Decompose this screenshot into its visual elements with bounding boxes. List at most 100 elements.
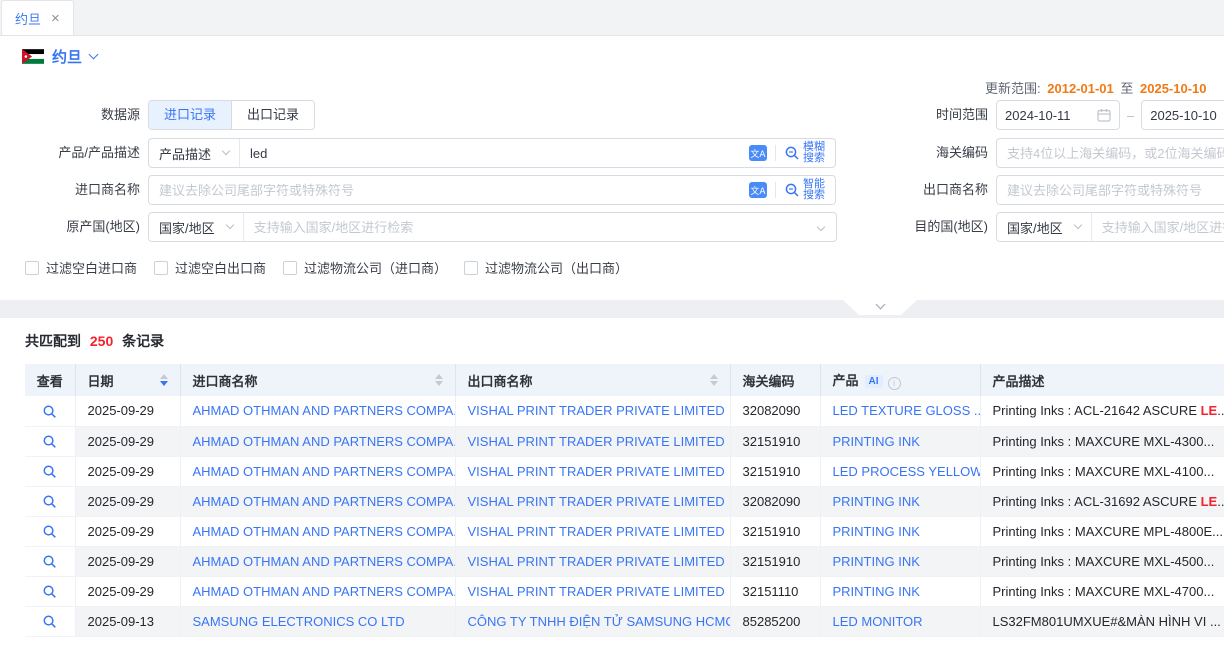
exporter-link[interactable]: VISHAL PRINT TRADER PRIVATE LIMITED [455, 516, 730, 546]
header-date[interactable]: 日期 [75, 364, 180, 396]
product-type-select[interactable]: 产品描述 [149, 139, 240, 167]
hs-code-cell: 32151910 [730, 546, 820, 576]
chevron-down-icon [222, 147, 230, 155]
header-exporter[interactable]: 出口商名称 [455, 364, 730, 396]
importer-label: 进口商名称 [0, 175, 140, 205]
checkbox-filter-logistics-exporter[interactable]: 过滤物流公司（出口商） [464, 258, 628, 277]
view-cell [25, 516, 75, 546]
tab-label: 约旦 [15, 9, 41, 28]
importer-link[interactable]: AHMAD OTHMAN AND PARTNERS COMPA... [180, 546, 455, 576]
checkbox-filter-blank-exporter[interactable]: 过滤空白出口商 [154, 258, 266, 277]
product-description-cell: Printing Inks : ACL-31692 ASCURE LE... [980, 486, 1224, 516]
date-cell: 2025-09-29 [75, 456, 180, 486]
translate-icon[interactable]: 文A [749, 145, 767, 161]
date-start-input[interactable]: 2024-10-11 [996, 100, 1120, 130]
product-link[interactable]: PRINTING INK [820, 486, 980, 516]
checkbox-icon[interactable] [25, 261, 39, 275]
product-link[interactable]: PRINTING INK [820, 546, 980, 576]
product-link[interactable]: PRINTING INK [820, 576, 980, 606]
checkbox-icon[interactable] [283, 261, 297, 275]
product-link[interactable]: LED MONITOR [820, 606, 980, 636]
results-suffix: 条记录 [122, 333, 164, 349]
importer-link[interactable]: SAMSUNG ELECTRONICS CO LTD [180, 606, 455, 636]
product-link[interactable]: LED TEXTURE GLOSS ... [820, 396, 980, 426]
view-search-icon[interactable] [42, 464, 57, 479]
tab-jordan[interactable]: 约旦 × [1, 0, 74, 35]
sort-date-icon[interactable] [152, 374, 168, 386]
exporter-link[interactable]: CÔNG TY TNHH ĐIỆN TỬ SAMSUNG HCMC... [455, 606, 730, 636]
checkbox-label: 过滤空白出口商 [175, 258, 266, 277]
view-search-icon[interactable] [42, 584, 57, 599]
importer-link[interactable]: AHMAD OTHMAN AND PARTNERS COMPA... [180, 516, 455, 546]
chevron-down-icon[interactable] [89, 49, 99, 59]
checkbox-label: 过滤物流公司（出口商） [485, 258, 628, 277]
fuzzy-search-button[interactable]: 模糊搜索 [784, 142, 835, 164]
view-search-icon[interactable] [42, 614, 57, 629]
product-link[interactable]: LED PROCESS YELLOW... [820, 456, 980, 486]
filter-panel: 更新范围: 2012-01-01 至 2025-10-10 数据源 进口记录 出… [0, 76, 1224, 300]
origin-country-select[interactable]: 国家/地区 [149, 213, 244, 241]
date-end-input[interactable]: 2025-10-10 [1141, 100, 1224, 130]
checkbox-filter-logistics-importer[interactable]: 过滤物流公司（进口商） [283, 258, 447, 277]
sort-importer-icon[interactable] [427, 374, 443, 386]
importer-link[interactable]: AHMAD OTHMAN AND PARTNERS COMPA... [180, 576, 455, 606]
view-search-icon[interactable] [42, 434, 57, 449]
header-importer[interactable]: 进口商名称 [180, 364, 455, 396]
exporter-input[interactable] [997, 183, 1224, 198]
table-row: 2025-09-29 AHMAD OTHMAN AND PARTNERS COM… [25, 516, 1224, 546]
origin-country-input[interactable] [244, 220, 814, 235]
hs-code-label: 海关编码 [872, 138, 988, 168]
product-search-input[interactable] [240, 146, 749, 161]
checkbox-icon[interactable] [464, 261, 478, 275]
product-description-cell: Printing Inks : MAXCURE MXL-4500... [980, 546, 1224, 576]
collapse-panel-button[interactable] [843, 300, 917, 315]
exporter-link[interactable]: VISHAL PRINT TRADER PRIVATE LIMITED [455, 456, 730, 486]
exporter-link[interactable]: VISHAL PRINT TRADER PRIVATE LIMITED [455, 486, 730, 516]
view-cell [25, 426, 75, 456]
table-row: 2025-09-29 AHMAD OTHMAN AND PARTNERS COM… [25, 426, 1224, 456]
date-cell: 2025-09-13 [75, 606, 180, 636]
product-link[interactable]: PRINTING INK [820, 516, 980, 546]
destination-country-input[interactable] [1092, 220, 1224, 235]
chevron-down-icon[interactable] [817, 223, 825, 231]
calendar-icon [1097, 108, 1111, 122]
product-description-cell: Printing Inks : MAXCURE MXL-4300... [980, 426, 1224, 456]
view-search-icon[interactable] [42, 524, 57, 539]
importer-link[interactable]: AHMAD OTHMAN AND PARTNERS COMPA... [180, 456, 455, 486]
checkbox-filter-blank-importer[interactable]: 过滤空白进口商 [25, 258, 137, 277]
info-icon[interactable]: i [888, 377, 901, 390]
sort-exporter-icon[interactable] [702, 374, 718, 386]
country-name[interactable]: 约旦 [52, 46, 82, 67]
results-count-line: 共匹配到 250 条记录 [0, 331, 1224, 351]
results-panel: 共匹配到 250 条记录 查看 日期 [0, 318, 1224, 637]
translate-icon[interactable]: 文A [749, 182, 767, 198]
destination-country-select[interactable]: 国家/地区 [997, 213, 1092, 241]
tab-close-icon[interactable]: × [51, 11, 60, 26]
view-search-icon[interactable] [42, 554, 57, 569]
exporter-link[interactable]: VISHAL PRINT TRADER PRIVATE LIMITED [455, 576, 730, 606]
hs-code-input[interactable] [997, 146, 1224, 161]
smart-search-label: 智能搜索 [803, 179, 827, 201]
importer-input[interactable] [149, 183, 749, 198]
toggle-import-records[interactable]: 进口记录 [149, 101, 231, 129]
importer-link[interactable]: AHMAD OTHMAN AND PARTNERS COMPA... [180, 486, 455, 516]
exporter-link[interactable]: VISHAL PRINT TRADER PRIVATE LIMITED [455, 396, 730, 426]
exporter-link[interactable]: VISHAL PRINT TRADER PRIVATE LIMITED [455, 426, 730, 456]
fuzzy-search-label: 模糊搜索 [803, 142, 827, 164]
chevron-down-icon [1073, 221, 1081, 229]
checkbox-icon[interactable] [154, 261, 168, 275]
exporter-label: 出口商名称 [872, 175, 988, 205]
exporter-link[interactable]: VISHAL PRINT TRADER PRIVATE LIMITED [455, 546, 730, 576]
importer-link[interactable]: AHMAD OTHMAN AND PARTNERS COMPA... [180, 426, 455, 456]
toggle-export-records[interactable]: 出口记录 [231, 101, 314, 129]
view-search-icon[interactable] [42, 494, 57, 509]
chevron-down-icon [875, 300, 885, 310]
product-link[interactable]: PRINTING INK [820, 426, 980, 456]
header-exporter-label: 出口商名称 [468, 371, 533, 390]
smart-search-button[interactable]: 智能搜索 [784, 179, 835, 201]
product-input-group: 产品描述 文A 模糊搜索 [148, 138, 836, 168]
table-row: 2025-09-29 AHMAD OTHMAN AND PARTNERS COM… [25, 546, 1224, 576]
importer-link[interactable]: AHMAD OTHMAN AND PARTNERS COMPA... [180, 396, 455, 426]
table-row: 2025-09-29 AHMAD OTHMAN AND PARTNERS COM… [25, 576, 1224, 606]
view-search-icon[interactable] [42, 404, 57, 419]
